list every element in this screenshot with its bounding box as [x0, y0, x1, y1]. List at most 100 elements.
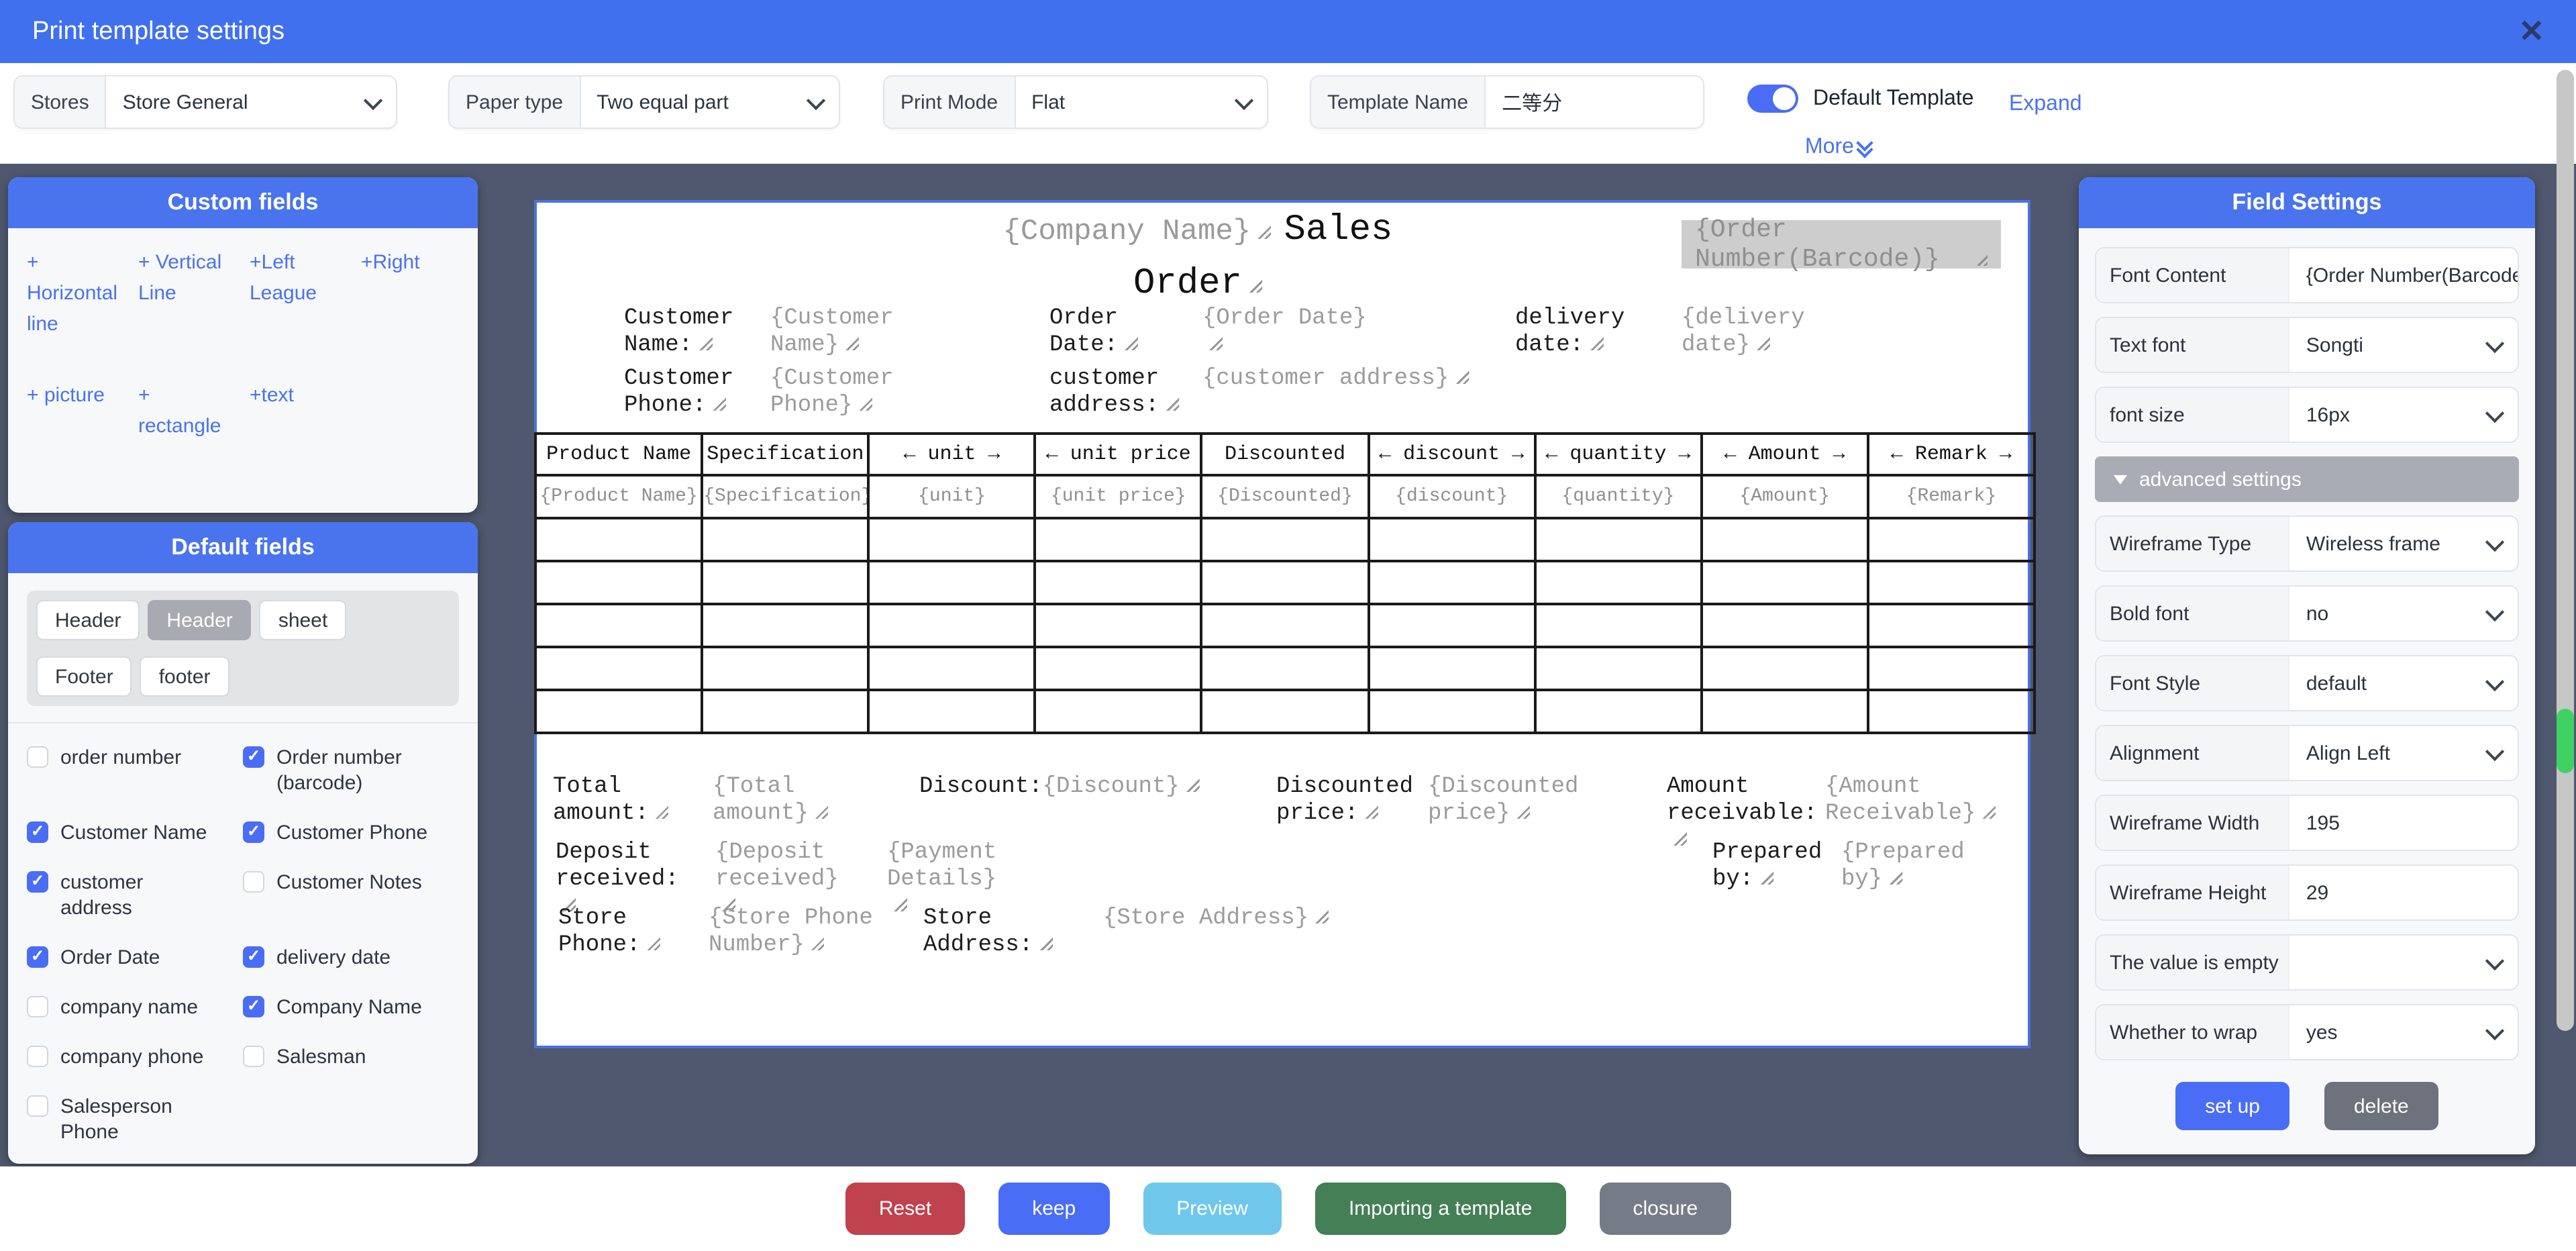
table-placeholder-cell[interactable]: {Discounted} — [1202, 475, 1368, 518]
alignment-select[interactable]: Alignment Align Left — [2095, 725, 2519, 781]
paper-type-select[interactable]: Paper type Two equal part — [448, 75, 840, 129]
font-content-input[interactable]: {Order Number(Barcode)} — [2306, 264, 2518, 287]
advanced-settings-toggle[interactable]: advanced settings — [2095, 456, 2519, 502]
preview-field-total-amount[interactable]: Total amount: {Total amount} — [553, 774, 847, 828]
template-name-field[interactable]: Template Name 二等分 — [1310, 75, 1704, 129]
bold-font-select[interactable]: Bold font no — [2095, 585, 2519, 642]
tab-footer-1[interactable]: Footer — [36, 656, 132, 697]
value-empty-select[interactable]: The value is empty — [2095, 934, 2519, 991]
table-placeholder-cell[interactable]: {Product Name} — [535, 475, 702, 518]
resize-handle-icon[interactable] — [1039, 937, 1053, 950]
resize-handle-icon[interactable] — [1977, 252, 1988, 266]
tab-header-2[interactable]: Header — [148, 600, 251, 640]
resize-handle-icon[interactable] — [1590, 337, 1604, 350]
preview-field-order-date[interactable]: Order Date: {Order Date} — [1049, 306, 1384, 360]
resize-handle-icon[interactable] — [699, 337, 713, 350]
preview-field-delivery-date[interactable]: delivery date: {delivery date} — [1515, 306, 1809, 360]
wireframe-type-select[interactable]: Wireframe Type Wireless frame — [2095, 515, 2519, 572]
resize-handle-icon[interactable] — [1186, 779, 1200, 792]
table-header-cell[interactable]: ← Remark → — [1868, 434, 2034, 475]
add-left-league-button[interactable]: +Left League — [250, 247, 348, 340]
tab-header-1[interactable]: Header — [36, 600, 140, 640]
resize-handle-icon[interactable] — [1455, 370, 1469, 384]
tab-sheet[interactable]: sheet — [260, 600, 346, 640]
table-header-cell[interactable]: ← quantity → — [1535, 434, 1701, 475]
checkbox[interactable] — [27, 1095, 48, 1117]
scrollbar-accent-thumb[interactable] — [2557, 709, 2574, 773]
print-mode-select[interactable]: Print Mode Flat — [883, 75, 1268, 129]
checkbox[interactable] — [243, 946, 264, 968]
resize-handle-icon[interactable] — [1315, 910, 1329, 923]
resize-handle-icon[interactable] — [1757, 337, 1770, 350]
table-placeholder-cell[interactable]: {Amount} — [1702, 475, 1868, 518]
add-right-button[interactable]: +Right — [361, 247, 459, 340]
checkbox[interactable] — [27, 746, 48, 768]
preview-field-customer-phone[interactable]: Customer Phone: {Customer Phone} — [624, 366, 905, 420]
add-text-button[interactable]: +text — [250, 380, 348, 442]
resize-handle-icon[interactable] — [1516, 805, 1530, 819]
checkbox[interactable] — [243, 821, 264, 843]
reset-button[interactable]: Reset — [845, 1183, 965, 1235]
wireframe-height-input[interactable]: 29 — [2306, 881, 2328, 904]
resize-handle-icon[interactable] — [811, 937, 825, 950]
preview-field-discounted-price[interactable]: Discounted price: {Discounted price} — [1276, 774, 1582, 828]
resize-handle-icon[interactable] — [1166, 397, 1179, 411]
tab-footer-2[interactable]: footer — [140, 656, 229, 697]
table-header-cell[interactable]: Discounted — [1202, 434, 1368, 475]
preview-field-company-title[interactable]: {Company Name} Sales Order — [966, 205, 1429, 313]
checkbox[interactable] — [27, 871, 48, 893]
close-icon[interactable]: ✕ — [2518, 16, 2544, 47]
preview-field-discount[interactable]: Discount: {Discount} — [919, 774, 1190, 801]
checkbox[interactable] — [27, 946, 48, 968]
table-header-cell[interactable]: Product Name — [535, 434, 702, 475]
resize-handle-icon[interactable] — [1257, 226, 1271, 239]
table-header-cell[interactable]: Specification — [702, 434, 868, 475]
resize-handle-icon[interactable] — [1209, 337, 1223, 350]
stores-select[interactable]: Stores Store General — [13, 75, 397, 129]
preview-field-store-address[interactable]: Store Address: {Store Address} — [923, 906, 1385, 960]
table-placeholder-cell[interactable]: {discount} — [1368, 475, 1535, 518]
set-up-button[interactable]: set up — [2175, 1082, 2289, 1130]
preview-field-prepared-by[interactable]: Prepared by: {Prepared by} — [1712, 840, 1975, 894]
checkbox[interactable] — [27, 996, 48, 1017]
table-placeholder-cell[interactable]: {quantity} — [1535, 475, 1701, 518]
checkbox[interactable] — [243, 746, 264, 768]
table-placeholder-cell[interactable]: {Specification} — [702, 475, 868, 518]
closure-button[interactable]: closure — [1599, 1183, 1731, 1235]
text-font-select[interactable]: Text font Songti — [2095, 317, 2519, 373]
checkbox[interactable] — [243, 996, 264, 1017]
table-header-cell[interactable]: ← Amount → — [1702, 434, 1868, 475]
table-placeholder-cell[interactable]: {unit price} — [1035, 475, 1202, 518]
resize-handle-icon[interactable] — [815, 805, 829, 819]
keep-button[interactable]: keep — [998, 1183, 1109, 1235]
resize-handle-icon[interactable] — [713, 397, 726, 411]
default-template-toggle[interactable] — [1747, 85, 1798, 113]
expand-link[interactable]: Expand — [2009, 93, 2082, 117]
delete-button[interactable]: delete — [2324, 1082, 2438, 1130]
checkbox[interactable] — [27, 821, 48, 843]
resize-handle-icon[interactable] — [647, 937, 660, 950]
template-name-input[interactable]: 二等分 — [1502, 88, 1562, 116]
preview-field-order-number-barcode[interactable]: {Order Number(Barcode)} — [1682, 220, 2001, 268]
add-rectangle-button[interactable]: + rectangle — [138, 380, 236, 442]
import-template-button[interactable]: Importing a template — [1315, 1183, 1566, 1235]
resize-handle-icon[interactable] — [1365, 805, 1378, 819]
resize-handle-icon[interactable] — [1125, 337, 1138, 350]
table-header-cell[interactable]: ← discount → — [1368, 434, 1535, 475]
wrap-select[interactable]: Whether to wrap yes — [2095, 1004, 2519, 1060]
font-style-select[interactable]: Font Style default — [2095, 655, 2519, 711]
table-placeholder-cell[interactable]: {unit} — [868, 475, 1035, 518]
more-link[interactable]: More — [1805, 136, 1871, 160]
table-header-cell[interactable]: ← unit → — [868, 434, 1035, 475]
preview-field-customer-address[interactable]: customer address: {customer address} — [1049, 366, 1511, 420]
preview-field-customer-name[interactable]: Customer Name: {Customer Name} — [624, 306, 905, 360]
resize-handle-icon[interactable] — [1673, 832, 1687, 846]
checkbox[interactable] — [243, 871, 264, 893]
add-picture-button[interactable]: + picture — [27, 380, 125, 442]
add-horizontal-line-button[interactable]: + Horizontal line — [27, 247, 125, 340]
scrollbar-thumb[interactable] — [2557, 70, 2574, 1031]
resize-handle-icon[interactable] — [1760, 871, 1773, 885]
table-header-cell[interactable]: ← unit price — [1035, 434, 1202, 475]
resize-handle-icon[interactable] — [845, 337, 859, 350]
resize-handle-icon[interactable] — [859, 397, 872, 411]
